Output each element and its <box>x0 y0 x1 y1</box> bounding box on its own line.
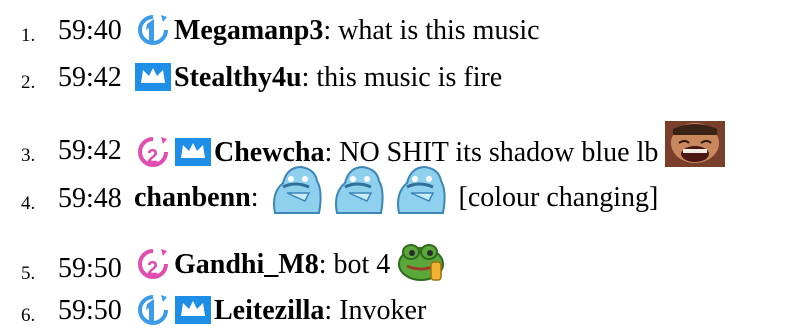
separator: : <box>250 182 259 213</box>
username[interactable]: Megamanp3 <box>174 15 323 47</box>
laughing-face-emote-icon[interactable] <box>665 121 726 167</box>
message-index: 1. <box>21 25 36 46</box>
message-time: 59:42 <box>58 62 122 93</box>
message-time: 59:40 <box>58 15 122 46</box>
blue-creature-emote-icon[interactable] <box>269 163 325 217</box>
sub-badge-icon[interactable] <box>134 293 172 327</box>
chat-message: 5. 59:50 2 Gandhi_M8 : bot 4 <box>0 240 789 288</box>
message-index: 2. <box>21 72 36 93</box>
message-index: 5. <box>21 263 36 284</box>
blue-creature-emote-icon[interactable] <box>331 163 387 217</box>
chat-message: 6. 59:50 Leitezilla : Invoker <box>0 293 789 333</box>
username[interactable]: chanbenn <box>134 182 251 214</box>
message-text: this music is fire <box>309 62 503 93</box>
message-text: [colour changing] <box>458 182 659 213</box>
message-index: 4. <box>21 193 36 214</box>
svg-text:2: 2 <box>147 258 158 280</box>
blue-creature-emote-icon[interactable] <box>393 163 449 217</box>
message-text: what is this music <box>331 15 540 46</box>
crown-badge-icon[interactable] <box>134 60 172 94</box>
chat-message: 4. 59:48 chanbenn : [colour changing] <box>0 163 789 218</box>
message-time: 59:48 <box>58 183 122 214</box>
message-text: Invoker <box>332 295 427 326</box>
sub-badge-icon[interactable] <box>134 13 172 47</box>
chat-message: 2. 59:42 Stealthy4u : this music is fire <box>0 60 789 100</box>
sub-badge-icon[interactable]: 2 <box>134 247 172 281</box>
username[interactable]: Leitezilla <box>214 295 324 327</box>
separator: : <box>301 62 310 93</box>
message-time: 59:50 <box>58 253 122 284</box>
separator: : <box>318 249 327 280</box>
message-text: bot 4 <box>326 249 398 280</box>
chat-message: 3. 59:42 2 Chewcha : NO SHIT its shadow … <box>0 121 789 169</box>
separator: : <box>324 295 333 326</box>
message-index: 6. <box>21 305 36 326</box>
message-time: 59:50 <box>58 295 122 326</box>
separator: : <box>323 15 332 46</box>
chat-message: 1. 59:40 Megamanp3 : what is this music <box>0 13 789 53</box>
crown-badge-icon[interactable] <box>174 293 212 327</box>
username[interactable]: Gandhi_M8 <box>174 249 319 281</box>
username[interactable]: Stealthy4u <box>174 62 302 94</box>
green-frog-emote-icon[interactable] <box>397 240 447 284</box>
